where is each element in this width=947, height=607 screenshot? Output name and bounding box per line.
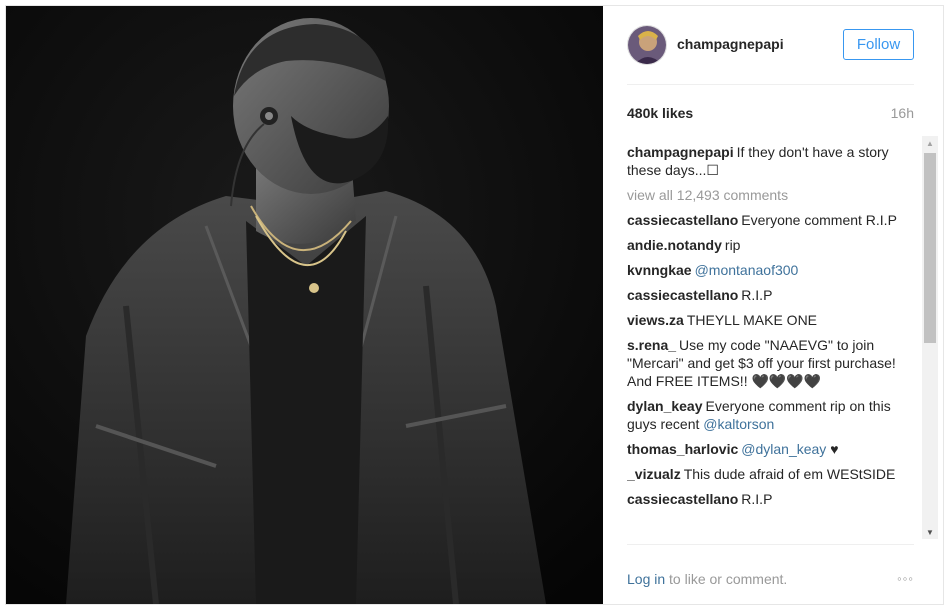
comment-user[interactable]: kvnngkae <box>627 262 692 278</box>
more-options-icon[interactable]: ◦◦◦ <box>897 571 914 586</box>
login-prompt-text: to like or comment. <box>665 571 788 587</box>
post-photo[interactable] <box>6 6 603 604</box>
comment-item: s.rena_ Use my code "NAAEVG" to join "Mer… <box>627 336 897 390</box>
post-sidebar: champagnepapi Follow 480k likes 16h cham… <box>603 6 943 604</box>
comment-user[interactable]: cassiecastellano <box>627 491 738 507</box>
scrollbar-thumb[interactable] <box>924 153 936 343</box>
comment-item: cassiecastellano R.I.P <box>627 286 897 304</box>
comments-scrollbar[interactable]: ▲ ▼ <box>922 136 938 539</box>
comment-item: dylan_keay Everyone comment rip on this g… <box>627 397 897 433</box>
comment-user[interactable]: _vizualz <box>627 466 681 482</box>
post-frame: champagnepapi Follow 480k likes 16h cham… <box>5 5 944 605</box>
likes-row: 480k likes 16h <box>627 105 914 125</box>
comment-text: Everyone comment R.I.P <box>741 212 897 228</box>
post-time[interactable]: 16h <box>891 105 914 121</box>
avatar[interactable] <box>627 25 667 65</box>
comments-list: champagnepapi If they don't have a story … <box>627 143 920 536</box>
username[interactable]: champagnepapi <box>677 36 784 52</box>
comment-text: rip <box>724 237 741 253</box>
comment-user[interactable]: views.za <box>627 312 684 328</box>
comment-item: cassiecastellano R.I.P <box>627 490 897 508</box>
comment-user[interactable]: andie.notandy <box>627 237 722 253</box>
comment-mention-link[interactable]: @kaltorson <box>703 416 774 432</box>
comment-mention-link[interactable]: @dylan_keay <box>741 441 826 457</box>
comment-text-suffix: ♥ <box>826 441 839 457</box>
comment-item: cassiecastellano Everyone comment R.I.P <box>627 211 897 229</box>
comment-user[interactable]: s.rena_ <box>627 337 676 353</box>
comment-user[interactable]: dylan_keay <box>627 398 703 414</box>
comment-user[interactable]: cassiecastellano <box>627 287 738 303</box>
post-footer: Log in to like or comment. ◦◦◦ <box>627 544 914 604</box>
comment-item: kvnngkae @montanaof300 <box>627 261 897 279</box>
comment-user[interactable]: thomas_harlovic <box>627 441 738 457</box>
scroll-down-arrow-icon[interactable]: ▼ <box>922 525 938 539</box>
comment-text: This dude afraid of em WEStSIDE <box>683 466 896 482</box>
login-link[interactable]: Log in <box>627 571 665 587</box>
comment-mention-link[interactable]: @montanaof300 <box>695 262 799 278</box>
comment-item: _vizualz This dude afraid of em WEStSIDE <box>627 465 897 483</box>
post-header: champagnepapi Follow <box>627 25 914 85</box>
comment-user[interactable]: cassiecastellano <box>627 212 738 228</box>
comment-item: andie.notandy rip <box>627 236 897 254</box>
follow-button[interactable]: Follow <box>843 29 914 60</box>
scroll-up-arrow-icon[interactable]: ▲ <box>922 136 938 150</box>
view-all-comments-link[interactable]: view all 12,493 comments <box>627 186 920 204</box>
likes-count[interactable]: 480k likes <box>627 105 693 121</box>
comment-text: R.I.P <box>741 287 773 303</box>
comment-item: views.za THEYLL MAKE ONE <box>627 311 897 329</box>
comment-text: R.I.P <box>741 491 773 507</box>
caption: champagnepapi If they don't have a story … <box>627 143 897 179</box>
comment-container: cassiecastellano Everyone comment R.I.P an… <box>627 211 920 508</box>
comment-item: thomas_harlovic @dylan_keay ♥ <box>627 440 897 458</box>
comment-text: THEYLL MAKE ONE <box>686 312 818 328</box>
caption-user[interactable]: champagnepapi <box>627 144 734 160</box>
login-prompt: Log in to like or comment. <box>627 571 787 587</box>
